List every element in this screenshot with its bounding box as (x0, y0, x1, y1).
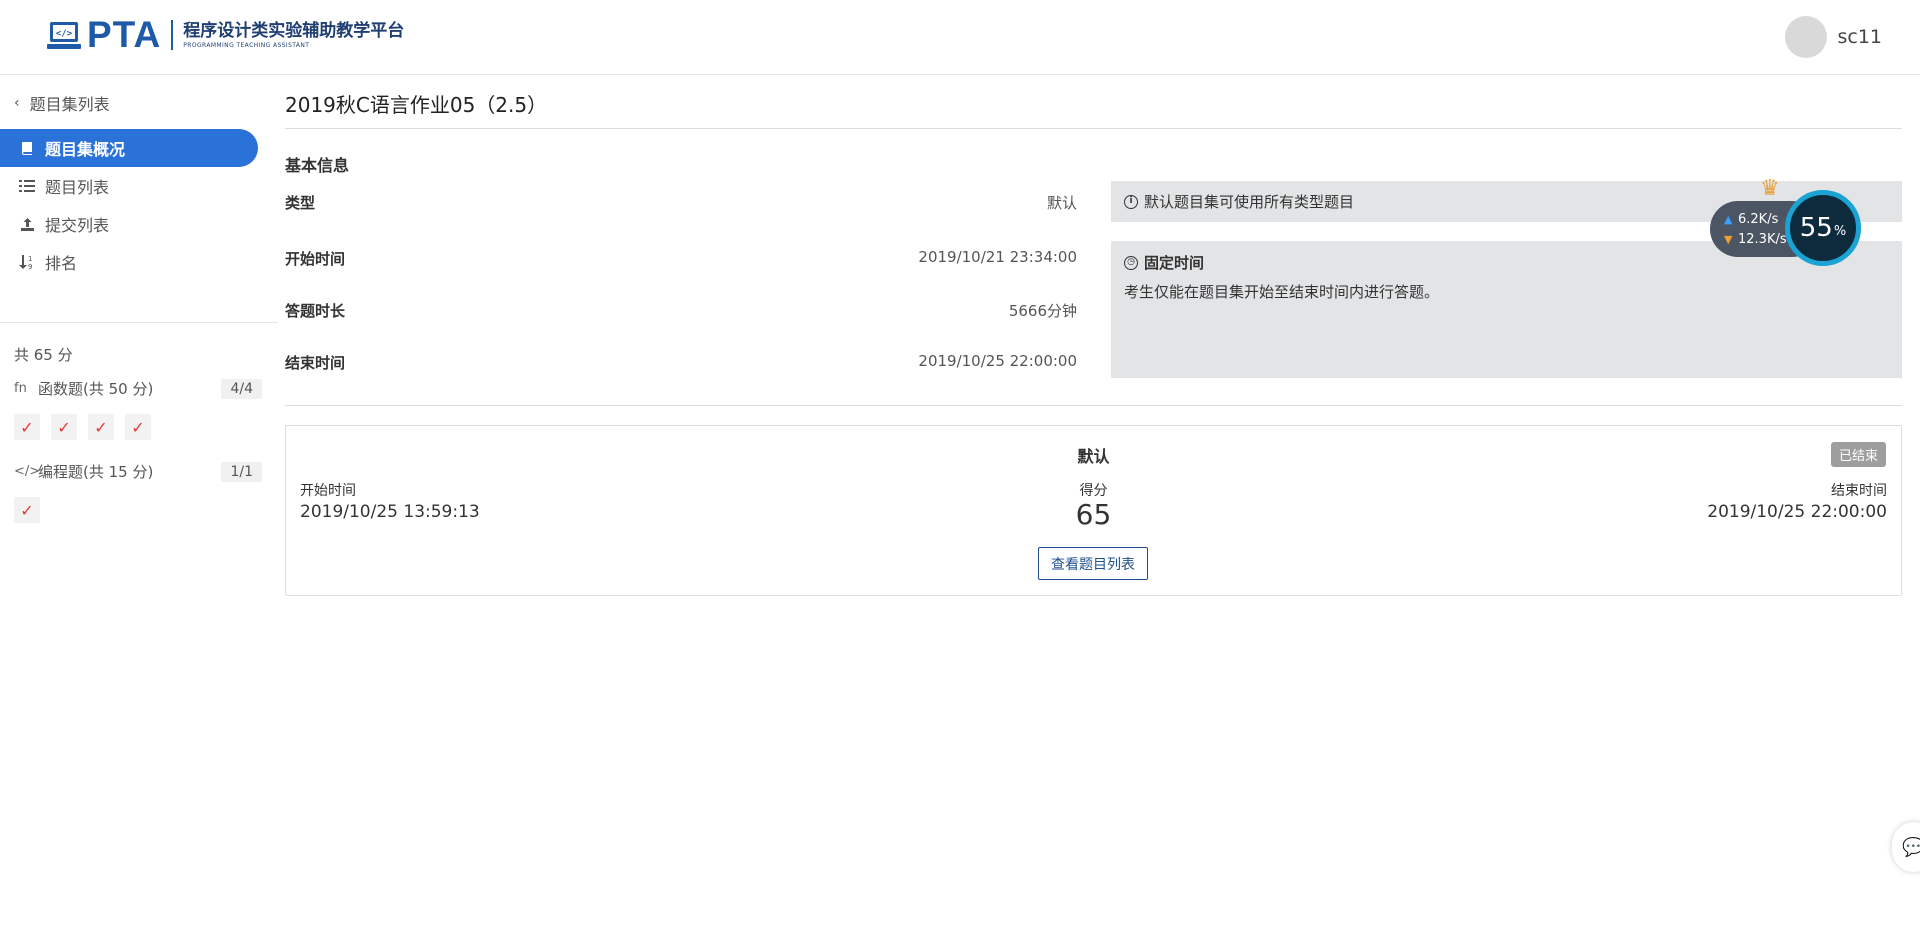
upload-speed: 6.2K/s (1738, 211, 1779, 227)
usage-percent: 55 (1799, 213, 1833, 243)
usage-gauge: 55% (1785, 190, 1861, 266)
logo-chinese-name: 程序设计类实验辅助教学平台 (183, 20, 405, 41)
category-label: 编程题(共 15 分) (38, 463, 154, 481)
sidebar-item-ranking[interactable]: 19 排名 (0, 243, 258, 281)
usage-percent-unit: % (1833, 223, 1847, 239)
basic-info-heading: 基本信息 (285, 156, 350, 175)
logo-separator (171, 20, 174, 50)
category-label: 函数题(共 50 分) (38, 380, 154, 398)
problem-status-check[interactable]: ✓ (51, 414, 77, 440)
info-row-start-time: 开始时间 2019/10/21 23:34:00 (285, 248, 1077, 269)
logo-english-name: PROGRAMMING TEACHING ASSISTANT (183, 41, 310, 49)
download-speed: 12.3K/s (1738, 231, 1787, 247)
type-note-text: 默认题目集可使用所有类型题目 (1144, 193, 1355, 211)
list-icon (18, 179, 36, 193)
status-badge: 已结束 (1830, 442, 1886, 467)
problem-status-check[interactable]: ✓ (88, 414, 114, 440)
code-icon: </> (14, 464, 41, 479)
user-menu[interactable]: sc11 (1785, 16, 1882, 58)
info-value: 2019/10/25 22:00:00 (918, 352, 1077, 370)
sidebar: ‹ 题目集列表 题目集概况 题目列表 提交列表 19 排名 共 65 分 fn … (0, 75, 278, 939)
category-count: 4/4 (221, 378, 262, 399)
session-end-label: 结束时间 (1831, 483, 1887, 499)
programming-problem-status-list: ✓ (14, 497, 51, 523)
logo-text: 程序设计类实验辅助教学平台 PROGRAMMING TEACHING ASSIS… (183, 21, 404, 50)
sidebar-item-problem-list[interactable]: 题目列表 (0, 167, 258, 205)
session-title: 默认 (1077, 447, 1110, 466)
score-label: 得分 (1079, 483, 1108, 499)
info-value: 默认 (1046, 194, 1077, 212)
exam-session-card: 默认 已结束 开始时间 2019/10/25 13:59:13 得分 65 结束… (285, 425, 1902, 596)
view-problem-list-button[interactable]: 查看题目列表 (1038, 547, 1148, 580)
logo-pta-text: PTA (87, 14, 162, 55)
feedback-icon[interactable]: 💬 (1892, 822, 1920, 872)
avatar[interactable] (1785, 16, 1828, 58)
back-to-problem-sets-link[interactable]: ‹ 题目集列表 (14, 91, 110, 115)
svg-text:9: 9 (28, 263, 32, 270)
function-problem-status-list: ✓ ✓ ✓ ✓ (14, 414, 162, 440)
code-monitor-icon: </> (47, 22, 81, 49)
info-row-end-time: 结束时间 2019/10/25 22:00:00 (285, 352, 1077, 373)
sidebar-item-label: 提交列表 (45, 216, 110, 235)
sidebar-item-overview[interactable]: 题目集概况 (0, 129, 258, 167)
info-row-type: 类型 默认 (285, 192, 1077, 213)
category-count: 1/1 (221, 461, 262, 482)
info-row-duration: 答题时长 5666分钟 (285, 300, 1077, 321)
arrow-up-icon: ▲ (1724, 212, 1733, 226)
clock-icon: ◷ (1124, 255, 1138, 270)
problem-status-check[interactable]: ✓ (14, 497, 40, 523)
info-icon: i (1124, 194, 1138, 209)
crown-icon: ♛ (1760, 176, 1780, 201)
category-function-problems[interactable]: fn 函数题(共 50 分) 4/4 (14, 378, 262, 399)
section-divider (285, 405, 1902, 406)
session-end-value: 2019/10/25 22:00:00 (1707, 502, 1887, 522)
svg-text:1: 1 (28, 255, 32, 263)
problem-status-check[interactable]: ✓ (14, 414, 40, 440)
info-value: 2019/10/21 23:34:00 (918, 248, 1077, 266)
function-icon: fn (14, 381, 27, 396)
fixed-time-text: 考生仅能在题目集开始至结束时间内进行答题。 (1124, 283, 1440, 301)
info-label: 开始时间 (285, 250, 346, 268)
pta-logo[interactable]: </> PTA 程序设计类实验辅助教学平台 PROGRAMMING TEACHI… (47, 14, 404, 55)
network-speed-widget[interactable]: ▲ 6.2K/s ▼ 12.3K/s 55% ♛ (1708, 176, 1863, 270)
sidebar-item-submissions[interactable]: 提交列表 (0, 205, 258, 243)
chevron-left-icon: ‹ (14, 95, 20, 111)
total-score: 共 65 分 (14, 346, 73, 364)
info-label: 结束时间 (285, 354, 346, 372)
problem-status-check[interactable]: ✓ (125, 414, 151, 440)
arrow-down-icon: ▼ (1724, 232, 1733, 246)
book-icon (18, 141, 36, 155)
sidebar-item-label: 题目列表 (45, 178, 110, 197)
top-header: </> PTA 程序设计类实验辅助教学平台 PROGRAMMING TEACHI… (0, 0, 1920, 75)
score-value: 65 (1075, 498, 1112, 531)
upload-icon (18, 217, 36, 232)
sidebar-item-label: 排名 (45, 254, 78, 273)
username[interactable]: sc11 (1837, 26, 1882, 48)
svg-text:</>: </> (56, 29, 73, 39)
title-divider (285, 128, 1902, 129)
fixed-time-title: 固定时间 (1144, 254, 1205, 272)
sidebar-item-label: 题目集概况 (45, 140, 126, 159)
page-title: 2019秋C语言作业05（2.5） (285, 93, 548, 117)
info-label: 类型 (285, 194, 316, 212)
sidebar-divider (0, 322, 278, 323)
info-label: 答题时长 (285, 302, 346, 320)
category-programming-problems[interactable]: </> 编程题(共 15 分) 1/1 (14, 461, 262, 482)
info-value: 5666分钟 (1008, 302, 1077, 320)
back-link-label: 题目集列表 (29, 95, 110, 114)
sort-numeric-icon: 19 (18, 254, 36, 270)
